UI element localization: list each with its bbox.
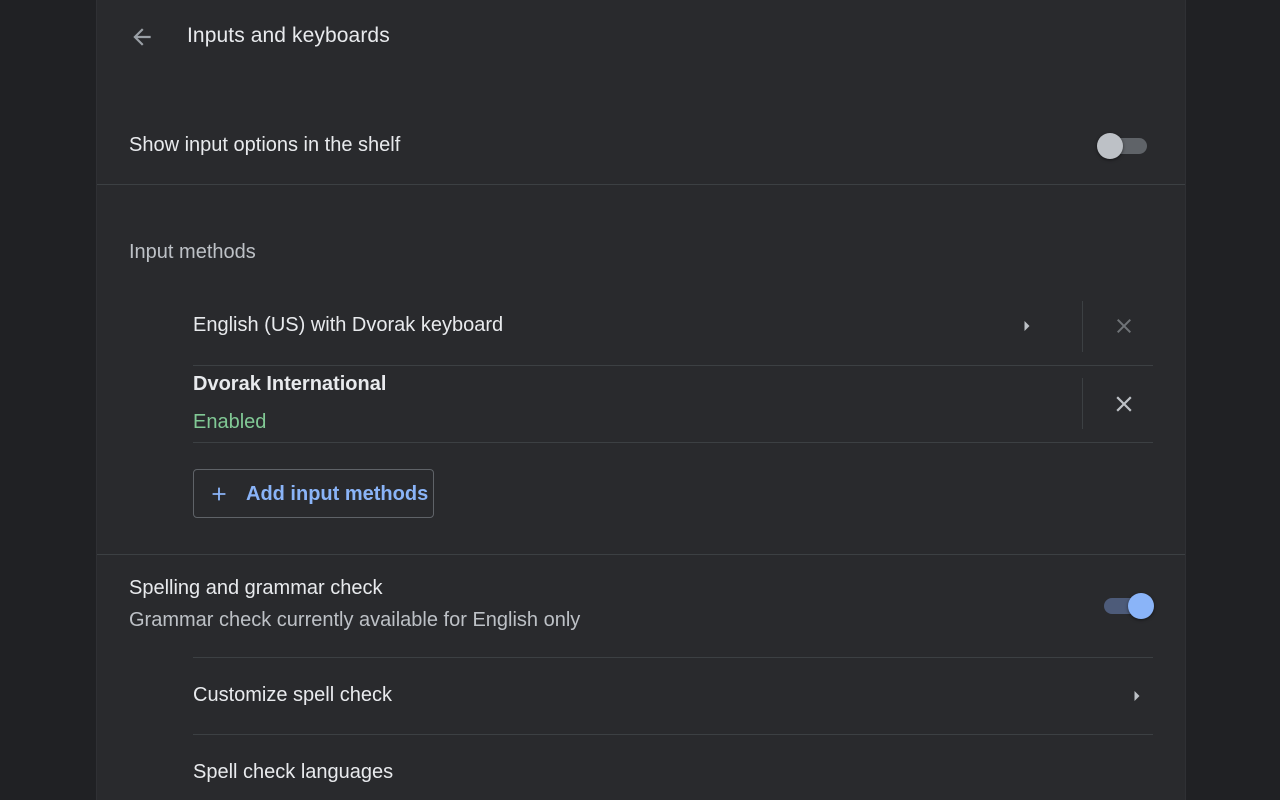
- input-method-item: English (US) with Dvorak keyboard: [193, 287, 1153, 365]
- back-button[interactable]: [125, 20, 159, 54]
- input-method-open-button[interactable]: [1007, 306, 1047, 346]
- arrow-back-icon: [133, 28, 151, 46]
- settings-panel: Inputs and keyboards Show input options …: [97, 0, 1185, 800]
- toggle-knob: [1097, 133, 1123, 159]
- page-title: Inputs and keyboards: [187, 24, 390, 47]
- item-divider: [193, 442, 1153, 443]
- spell-check-row[interactable]: Spelling and grammar check Grammar check…: [97, 555, 1185, 657]
- remove-input-method-button[interactable]: [1104, 306, 1144, 346]
- toggle-knob: [1128, 593, 1154, 619]
- spell-check-label: Spelling and grammar check: [129, 577, 383, 599]
- page-header: Inputs and keyboards: [97, 0, 1185, 72]
- input-method-name: English (US) with Dvorak keyboard: [193, 314, 504, 336]
- add-input-methods-button[interactable]: Add input methods: [193, 469, 434, 518]
- input-method-status: Enabled: [193, 411, 267, 433]
- spell-check-toggle[interactable]: [1102, 593, 1154, 619]
- spell-check-sublabel: Grammar check currently available for En…: [129, 609, 581, 631]
- customize-spell-check-row[interactable]: Customize spell check: [193, 658, 1153, 734]
- input-methods-section-title: Input methods: [129, 241, 256, 263]
- section-divider: [97, 184, 1185, 185]
- shelf-option-toggle[interactable]: [1097, 133, 1149, 159]
- customize-spell-check-arrow[interactable]: [1117, 676, 1157, 716]
- arrow-right-icon: [1024, 321, 1030, 331]
- spell-check-languages-label: Spell check languages: [193, 761, 394, 783]
- close-icon: [1116, 396, 1132, 412]
- customize-spell-check-label: Customize spell check: [193, 684, 392, 706]
- spell-check-languages-row: Spell check languages: [193, 735, 1153, 800]
- shelf-option-label: Show input options in the shelf: [129, 134, 401, 156]
- plus-icon: [212, 487, 226, 501]
- add-input-methods-label: Add input methods: [246, 483, 429, 505]
- input-method-name: Dvorak International: [193, 373, 387, 395]
- shelf-option-row[interactable]: Show input options in the shelf: [97, 110, 1185, 184]
- arrow-right-icon: [1134, 691, 1140, 701]
- remove-input-method-button[interactable]: [1104, 384, 1144, 424]
- vertical-separator: [1082, 378, 1083, 429]
- input-method-item: Dvorak International Enabled: [193, 366, 1153, 442]
- vertical-separator: [1082, 301, 1083, 352]
- close-icon: [1117, 319, 1131, 333]
